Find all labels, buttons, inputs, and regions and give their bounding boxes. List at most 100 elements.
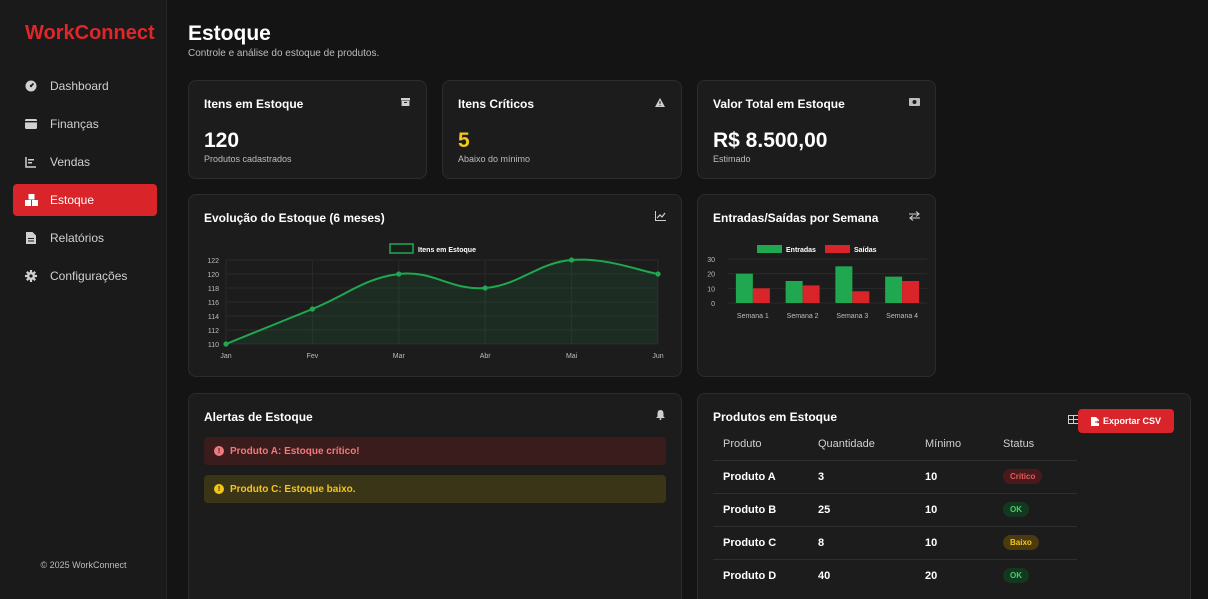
product-min: 10 (915, 492, 993, 526)
status-badge: Crítico (1003, 469, 1043, 484)
bar (752, 288, 770, 303)
product-qty: 40 (808, 558, 915, 592)
alert-text: Produto C: Estoque baixo. (230, 483, 356, 495)
products-title: Produtos em Estoque (713, 410, 838, 424)
status-badge: OK (1003, 568, 1029, 584)
x-tick-label: Fev (307, 353, 319, 360)
gear-icon (23, 268, 39, 284)
table-header-row: Produto Quantidade Mínimo Status (713, 428, 1077, 460)
legend-swatch (757, 245, 782, 253)
y-tick-label: 30 (707, 257, 715, 264)
kpi-card-itens-estoque: Itens em Estoque 120 Produtos cadastrado… (188, 80, 427, 179)
kpi-value: R$ 8.500,00 (713, 129, 828, 152)
y-tick-label: 120 (207, 272, 219, 279)
table-row[interactable]: Produto D 40 20 OK (713, 558, 1077, 592)
product-name: Produto C (713, 525, 808, 559)
kpi-title: Itens Críticos (458, 97, 535, 111)
product-name: Produto A (713, 459, 808, 493)
product-min: 10 (915, 459, 993, 493)
sidebar: WorkConnect Dashboard Finanças Vendas Es… (0, 0, 167, 599)
x-tick-label: Semana 1 (737, 313, 769, 320)
data-point (655, 271, 661, 277)
x-tick-label: Semana 4 (886, 313, 918, 320)
export-csv-button[interactable]: Exportar CSV (1078, 409, 1174, 433)
y-tick-label: 112 (208, 328, 219, 335)
column-header[interactable]: Produto (713, 428, 808, 460)
y-tick-label: 10 (707, 286, 715, 293)
table-row[interactable]: Produto B 25 10 OK (713, 492, 1077, 526)
sidebar-item-label: Dashboard (50, 79, 109, 93)
y-tick-label: 122 (207, 258, 219, 265)
chart-icon (23, 154, 39, 170)
wallet-icon (23, 116, 39, 132)
bar (735, 273, 753, 303)
x-tick-label: Semana 2 (787, 313, 819, 320)
product-qty: 3 (808, 459, 915, 493)
sidebar-item-label: Finanças (50, 117, 99, 131)
brand-logo[interactable]: WorkConnect (25, 22, 155, 45)
data-point (223, 341, 229, 347)
data-point (396, 271, 402, 277)
sidebar-item-relatorios[interactable]: Relatórios (13, 222, 157, 254)
alerts-card: Alertas de Estoque ! Produto A: Estoque … (188, 393, 682, 599)
sidebar-item-vendas[interactable]: Vendas (13, 146, 157, 178)
sidebar-item-dashboard[interactable]: Dashboard (13, 70, 157, 102)
boxes-icon (23, 192, 39, 208)
product-name: Produto B (713, 492, 808, 526)
legend-label: Itens em Estoque (418, 247, 476, 254)
sidebar-item-financas[interactable]: Finanças (13, 108, 157, 140)
page-subtitle: Controle e análise do estoque de produto… (188, 48, 380, 59)
data-point (482, 285, 488, 291)
sidebar-item-estoque[interactable]: Estoque (13, 184, 157, 216)
column-header[interactable]: Mínimo (915, 428, 993, 460)
alert-critical: ! Produto A: Estoque crítico! (204, 437, 666, 465)
bar (885, 276, 903, 303)
bar (835, 266, 853, 303)
data-point (569, 257, 575, 263)
legend-label: Entradas (786, 247, 816, 254)
table-row[interactable]: Produto A 3 10 Crítico (713, 459, 1077, 493)
evolution-chart: 110 112 114 116 118 120 122 Jan Fev Mar Abr Mai Jun I… (207, 243, 664, 360)
y-tick-label: 0 (711, 301, 715, 308)
data-point (309, 306, 315, 312)
kpi-subtitle: Abaixo do mínimo (458, 154, 531, 164)
product-min: 20 (915, 558, 993, 592)
status-badge: OK (1003, 502, 1029, 517)
sidebar-footer: © 2025 WorkConnect (40, 560, 127, 570)
file-icon (23, 230, 39, 246)
legend-swatch (389, 243, 414, 254)
bar (785, 281, 803, 303)
kpi-value: 5 (458, 129, 470, 152)
kpi-title: Valor Total em Estoque (713, 97, 845, 111)
kpi-value: 120 (204, 129, 240, 152)
x-tick-label: Mar (393, 353, 406, 360)
legend-label: Saídas (854, 247, 877, 254)
bar (902, 281, 920, 303)
sidebar-item-configuracoes[interactable]: Configurações (13, 260, 157, 292)
gauge-icon (23, 78, 39, 94)
alerts-title: Alertas de Estoque (204, 410, 313, 424)
y-tick-label: 114 (208, 314, 219, 321)
sidebar-item-label: Configurações (50, 269, 128, 283)
box-icon (398, 95, 412, 109)
x-tick-label: Jan (220, 353, 231, 360)
file-export-icon (1090, 416, 1099, 426)
x-tick-label: Abr (480, 353, 492, 360)
weekly-chart-card: Entradas/Saídas por Semana 0 10 20 30 Semana… (697, 194, 936, 377)
products-table: Produto Quantidade Mínimo Status Produto… (713, 428, 1077, 592)
column-header[interactable]: Status (993, 428, 1077, 460)
kpi-subtitle: Produtos cadastrados (204, 154, 292, 164)
status-badge: Baixo (1003, 535, 1039, 550)
x-tick-label: Jun (652, 353, 663, 360)
kpi-subtitle: Estimado (713, 154, 751, 164)
export-label: Exportar CSV (1102, 416, 1162, 426)
y-tick-label: 118 (208, 286, 219, 293)
page-title: Estoque (188, 22, 271, 45)
table-row[interactable]: Produto C 8 10 Baixo (713, 525, 1077, 559)
y-tick-label: 110 (208, 342, 219, 349)
column-header[interactable]: Quantidade (808, 428, 915, 460)
sidebar-item-label: Vendas (50, 155, 91, 169)
kpi-card-itens-criticos: Itens Críticos 5 Abaixo do mínimo (442, 80, 682, 179)
x-tick-label: Semana 3 (836, 313, 868, 320)
money-icon (907, 95, 921, 109)
